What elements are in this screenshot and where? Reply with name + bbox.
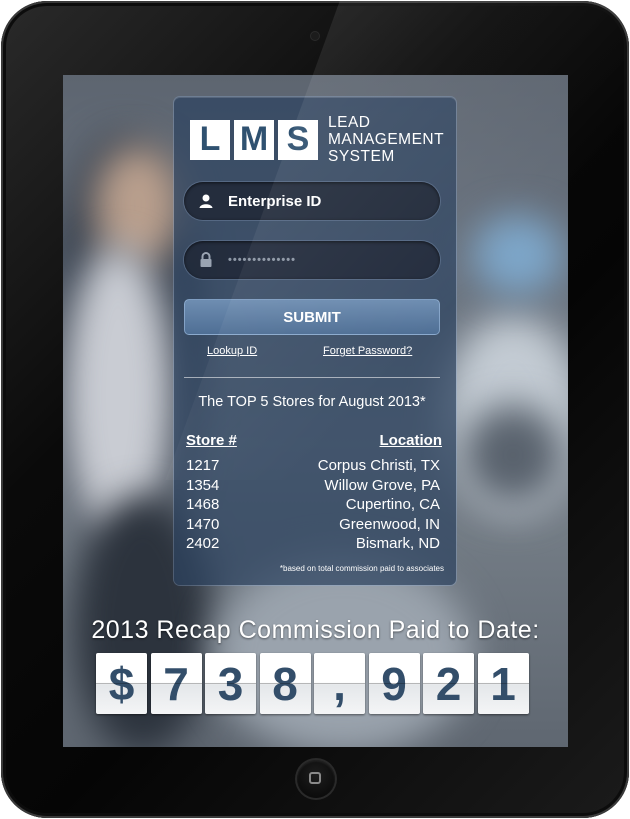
store-number: 1470 bbox=[186, 516, 220, 533]
table-row: 1217 Corpus Christi, TX bbox=[186, 457, 440, 477]
logo-line: SYSTEM bbox=[328, 148, 395, 165]
counter-digit: 3 bbox=[205, 653, 256, 714]
recap-label: 2013 Recap Commission Paid to Date: bbox=[91, 616, 540, 644]
divider bbox=[184, 377, 440, 378]
counter-digit: 9 bbox=[368, 653, 420, 714]
footnote: *based on total commission paid to assoc… bbox=[279, 564, 444, 573]
lock-icon bbox=[184, 252, 228, 268]
logo-line: MANAGEMENT bbox=[328, 131, 445, 148]
store-number: 1354 bbox=[186, 477, 220, 494]
lms-logo: L M S LEAD MANAGEMENT SYSTEM bbox=[190, 114, 444, 165]
store-location: Corpus Christi, TX bbox=[317, 457, 440, 474]
forgot-password-link[interactable]: Forget Password? bbox=[323, 345, 412, 357]
logo-letter: L bbox=[190, 119, 230, 160]
top-stores-title: The TOP 5 Stores for August 2013* bbox=[198, 394, 426, 410]
background-blur bbox=[473, 215, 563, 295]
logo-line: LEAD bbox=[328, 114, 371, 131]
counter-digit: , bbox=[314, 653, 365, 714]
logo-text: LEAD MANAGEMENT SYSTEM bbox=[328, 114, 444, 165]
background-blur bbox=[463, 405, 563, 505]
screen: L M S LEAD MANAGEMENT SYSTEM SUBMIT Look… bbox=[63, 75, 568, 747]
counter-digit: $ bbox=[96, 653, 147, 714]
counter-digit: 1 bbox=[477, 653, 529, 714]
enterprise-id-input[interactable] bbox=[228, 192, 418, 210]
counter-digit: 8 bbox=[259, 653, 311, 714]
store-location: Cupertino, CA bbox=[345, 496, 440, 513]
enterprise-id-field[interactable] bbox=[184, 182, 440, 220]
password-input[interactable] bbox=[228, 254, 418, 266]
store-number: 1217 bbox=[186, 457, 220, 474]
password-field[interactable] bbox=[184, 241, 440, 279]
store-number: 1468 bbox=[186, 496, 220, 513]
logo-letter: M bbox=[234, 119, 274, 160]
login-panel: L M S LEAD MANAGEMENT SYSTEM SUBMIT Look… bbox=[174, 97, 456, 585]
table-row: 2402 Bismark, ND bbox=[186, 535, 440, 555]
front-camera bbox=[311, 32, 319, 40]
home-button[interactable] bbox=[297, 760, 335, 798]
submit-button[interactable]: SUBMIT bbox=[184, 299, 440, 335]
store-column-header: Store # bbox=[186, 432, 237, 449]
logo-letter: S bbox=[278, 119, 318, 160]
store-location: Bismark, ND bbox=[355, 535, 440, 552]
counter-digit: 7 bbox=[150, 653, 202, 714]
counter-digit: 2 bbox=[423, 653, 474, 714]
store-location: Willow Grove, PA bbox=[324, 477, 440, 494]
store-number: 2402 bbox=[186, 535, 220, 552]
lookup-id-link[interactable]: Lookup ID bbox=[207, 345, 257, 357]
commission-counter: $ 7 3 8 , 9 2 1 bbox=[96, 653, 532, 714]
table-row: 1468 Cupertino, CA bbox=[186, 496, 440, 516]
table-row: 1354 Willow Grove, PA bbox=[186, 477, 440, 497]
table-row: 1470 Greenwood, IN bbox=[186, 516, 440, 536]
user-icon bbox=[184, 193, 228, 209]
location-column-header: Location bbox=[379, 432, 443, 449]
store-location: Greenwood, IN bbox=[339, 516, 440, 533]
